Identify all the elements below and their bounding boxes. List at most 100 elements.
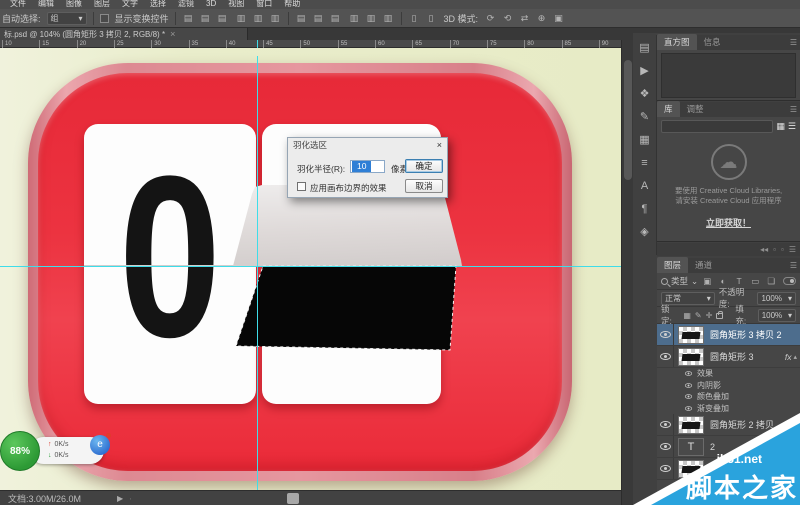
tab-info[interactable]: 信息 (697, 34, 728, 50)
menu-item[interactable]: 文件 (10, 0, 26, 9)
tab-channels[interactable]: 通道 (688, 257, 719, 273)
3d-slide-icon[interactable]: ⊕ (535, 13, 548, 24)
fill-dropdown[interactable]: 100% ▾ (758, 309, 796, 322)
tab-adjustments[interactable]: 调整 (680, 101, 711, 117)
lock-pixels-icon[interactable]: ✎ (695, 311, 702, 320)
color-icon[interactable]: ▫ (781, 245, 784, 254)
visibility-toggle[interactable] (657, 346, 674, 367)
menu-item[interactable]: 编辑 (38, 0, 54, 9)
layer-row[interactable]: T 圆角矩形 3 拷贝 2 fx ▴ (657, 324, 800, 346)
3d-drag-icon[interactable]: ⇄ (518, 13, 531, 24)
collapse-dock-icon[interactable]: ◂◂ (760, 245, 768, 254)
visibility-toggle[interactable] (657, 458, 674, 479)
distribute-center-icon[interactable]: ▥ (365, 13, 378, 24)
distribute-left-icon[interactable]: ▥ (348, 13, 361, 24)
menu-item[interactable]: 3D (206, 0, 216, 9)
layer-row[interactable]: T 内阴影 fx ▴ (657, 380, 800, 392)
layer-row[interactable]: T 2 fx ▴ (657, 436, 800, 458)
menu-item[interactable]: 帮助 (284, 0, 300, 9)
list-view-icon[interactable]: ☰ (788, 121, 796, 132)
get-now-link[interactable]: 立即获取！ (657, 216, 800, 229)
panel-menu-icon[interactable]: ☰ (790, 105, 797, 114)
distribute-top-icon[interactable]: ▤ (295, 13, 308, 24)
pixel-layer-filter-icon[interactable]: ▣ (701, 276, 713, 287)
visibility-toggle[interactable] (681, 368, 695, 380)
status-arrow-icon[interactable]: ▶ (117, 494, 123, 503)
layer-row[interactable]: T 圆角矩形 2 拷贝 fx ▴ (657, 414, 800, 436)
align-left-icon[interactable]: ▤ (182, 13, 195, 24)
distribute-bottom-icon[interactable]: ▤ (329, 13, 342, 24)
menu-item[interactable]: 滤镜 (178, 0, 194, 9)
visibility-toggle[interactable] (681, 380, 695, 392)
layer-row[interactable]: T 效果 fx ▴ (657, 368, 800, 380)
tab-histogram[interactable]: 直方图 (657, 34, 697, 50)
brush-icon[interactable]: ✎ (636, 110, 654, 124)
ok-button[interactable]: 确定 (405, 159, 443, 173)
visibility-toggle[interactable] (657, 436, 674, 457)
smart-object-filter-icon[interactable]: ❏ (765, 276, 777, 287)
styles-icon[interactable]: ❖ (636, 87, 654, 101)
distribute-height-icon[interactable]: ▯ (425, 13, 438, 24)
feather-radius-input[interactable]: 10 (350, 160, 385, 173)
tab-layers[interactable]: 图层 (657, 257, 688, 273)
type-layer-filter-icon[interactable]: T (733, 276, 745, 286)
align-right-icon[interactable]: ▤ (216, 13, 229, 24)
collapse-effects-icon[interactable]: ▴ (793, 353, 800, 361)
menu-item[interactable]: 图像 (66, 0, 82, 9)
3d-rotate-icon[interactable]: ⟳ (484, 13, 497, 24)
layer-row[interactable]: T fx ▴ (657, 458, 800, 480)
opacity-dropdown[interactable]: 100% ▾ (757, 292, 796, 305)
filter-type-dropdown[interactable]: 类型 (671, 275, 688, 287)
tab-libraries[interactable]: 库 (657, 101, 680, 117)
align-middle-icon[interactable]: ▥ (252, 13, 265, 24)
distribute-right-icon[interactable]: ▥ (382, 13, 395, 24)
swatches-icon[interactable]: ▫ (773, 245, 776, 254)
lock-transparency-icon[interactable]: ▦ (683, 311, 691, 320)
layer-row[interactable]: T 渐变叠加 fx ▴ (657, 403, 800, 415)
cancel-button[interactable]: 取消 (405, 179, 443, 193)
layer-row[interactable]: T 颜色叠加 fx ▴ (657, 391, 800, 403)
antivirus-badge-icon[interactable]: e (90, 435, 110, 455)
layer-comps-icon[interactable]: ≡ (636, 156, 654, 170)
menu-item[interactable]: 视图 (228, 0, 244, 9)
menu-item[interactable]: 文字 (122, 0, 138, 9)
menu-item[interactable]: 窗口 (256, 0, 272, 9)
menu-item[interactable]: 选择 (150, 0, 166, 9)
vertical-scrollbar[interactable] (621, 40, 633, 505)
distribute-width-icon[interactable]: ▯ (408, 13, 421, 24)
character-panel-icon[interactable]: A (636, 179, 654, 193)
align-center-h-icon[interactable]: ▤ (199, 13, 212, 24)
align-bottom-icon[interactable]: ▥ (269, 13, 282, 24)
shape-layer-filter-icon[interactable]: ▭ (749, 276, 761, 287)
distribute-middle-icon[interactable]: ▤ (312, 13, 325, 24)
visibility-toggle[interactable] (681, 403, 695, 415)
adjustment-layer-filter-icon[interactable]: ◐ (717, 276, 729, 286)
auto-select-dropdown[interactable]: 组 ▾ (47, 12, 87, 25)
memory-percent-badge[interactable]: 88% (0, 431, 40, 471)
close-tab-icon[interactable]: × (170, 29, 175, 39)
actions-icon[interactable]: ▶ (636, 64, 654, 78)
grid-view-icon[interactable]: ▦ (776, 121, 785, 132)
menu-item[interactable]: 图层 (94, 0, 110, 9)
panel-menu-icon[interactable]: ☰ (790, 38, 797, 47)
lock-position-icon[interactable]: ✛ (706, 311, 713, 320)
visibility-toggle[interactable] (681, 391, 695, 403)
feather-selection-dialog[interactable]: 羽化选区 × 羽化半径(R): 10 像素 确定 取消 应用画布边界的效果 (287, 137, 448, 198)
panel-menu-icon[interactable]: ☰ (790, 261, 797, 270)
panel-menu-icon[interactable]: ☰ (789, 245, 796, 254)
3d-panel-icon[interactable]: ◈ (636, 225, 654, 239)
net-speed-widget[interactable]: ↑0K/s ↓0K/s 88% e (0, 430, 120, 474)
dialog-title-bar[interactable]: 羽化选区 × (288, 138, 447, 152)
visibility-toggle[interactable] (657, 414, 674, 435)
close-icon[interactable]: × (437, 140, 442, 150)
3d-roll-icon[interactable]: ⟲ (501, 13, 514, 24)
layer-row[interactable]: T 圆角矩形 3 fx ▴ (657, 346, 800, 368)
canvas-bounds-checkbox[interactable] (297, 182, 306, 191)
align-top-icon[interactable]: ▥ (235, 13, 248, 24)
library-search-input[interactable] (661, 120, 773, 133)
clone-source-icon[interactable]: ▤ (636, 41, 654, 55)
show-transform-checkbox[interactable] (100, 14, 109, 23)
3d-scale-icon[interactable]: ▣ (552, 13, 565, 24)
visibility-toggle[interactable] (657, 324, 674, 345)
document-tab[interactable]: 标.psd @ 104% (圆角矩形 3 拷贝 2, RGB/8) * × (0, 28, 248, 40)
